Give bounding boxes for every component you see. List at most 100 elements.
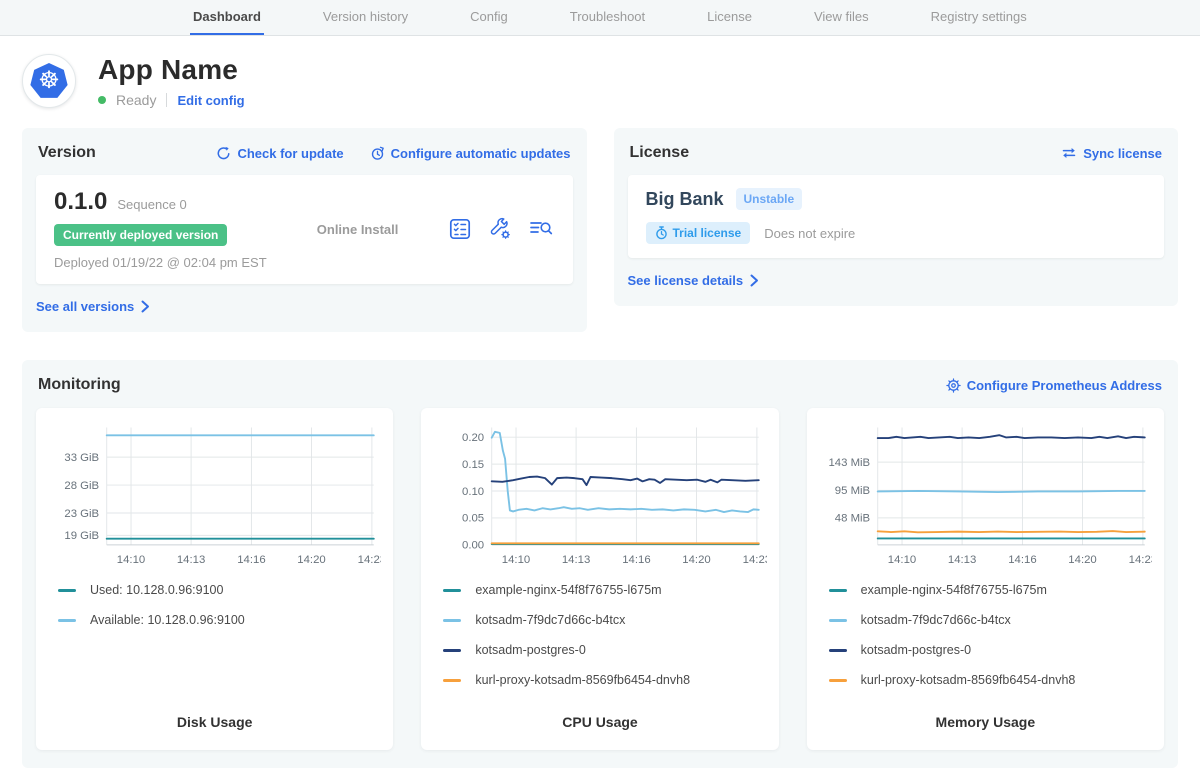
legend-label: example-nginx-54f8f76755-l675m <box>861 583 1047 597</box>
svg-text:0.00: 0.00 <box>462 540 484 552</box>
helm-wheel-glyph: ☸ <box>38 69 60 93</box>
license-expiry: Does not expire <box>764 226 855 241</box>
svg-text:14:23: 14:23 <box>743 554 767 566</box>
chevron-right-icon <box>141 300 150 313</box>
stopwatch-icon <box>655 226 668 240</box>
svg-text:14:16: 14:16 <box>237 554 265 566</box>
channel-badge: Unstable <box>736 188 803 210</box>
legend-dash-icon <box>443 589 461 592</box>
license-panel: Big Bank Unstable Trial license Does not… <box>628 175 1165 258</box>
edit-config-link[interactable]: Edit config <box>177 93 244 108</box>
memory-usage-chart: 14:1014:1314:1614:2014:23143 MiB95 MiB48… <box>819 418 1152 573</box>
legend-dash-icon <box>829 649 847 652</box>
svg-text:143 MiB: 143 MiB <box>828 457 870 469</box>
cpu-usage-chart: 14:1014:1314:1614:2014:230.200.150.100.0… <box>433 418 766 573</box>
main-content: Version Check for update <box>0 122 1200 768</box>
chart-title: Disk Usage <box>48 714 381 736</box>
see-license-details-link[interactable]: See license details <box>628 273 760 288</box>
legend-dash-icon <box>58 619 76 622</box>
svg-text:14:23: 14:23 <box>1128 554 1152 566</box>
app-logo: ☸ <box>22 54 76 108</box>
tab-view-files[interactable]: View files <box>811 0 872 35</box>
tab-license[interactable]: License <box>704 0 755 35</box>
legend-item: kurl-proxy-kotsadm-8569fb6454-dnvh8 <box>443 673 766 687</box>
legend-item: kotsadm-postgres-0 <box>443 643 766 657</box>
edit-config-icon[interactable] <box>488 217 512 241</box>
legend-item: example-nginx-54f8f76755-l675m <box>443 583 766 597</box>
nav-tabs: Dashboard Version history Config Troublesho… <box>190 0 1030 35</box>
svg-text:14:10: 14:10 <box>887 554 915 566</box>
page-title: App Name <box>98 54 245 86</box>
svg-text:14:10: 14:10 <box>117 554 145 566</box>
svg-text:14:20: 14:20 <box>683 554 711 566</box>
version-card: Version Check for update <box>22 128 587 332</box>
version-sequence: Sequence 0 <box>117 197 186 212</box>
tab-troubleshoot[interactable]: Troubleshoot <box>567 0 648 35</box>
preflight-checks-icon[interactable] <box>448 217 472 241</box>
sync-license-button[interactable]: Sync license <box>1061 146 1162 161</box>
legend-item: kotsadm-7f9dc7d66c-b4tcx <box>443 613 766 627</box>
svg-text:0.15: 0.15 <box>462 459 484 471</box>
license-card: License Sync license Big Bank Unstable <box>614 128 1179 306</box>
legend-item: kotsadm-7f9dc7d66c-b4tcx <box>829 613 1152 627</box>
monitoring-title: Monitoring <box>38 376 121 394</box>
svg-text:28 GiB: 28 GiB <box>64 480 99 492</box>
legend-dash-icon <box>443 679 461 682</box>
svg-text:19 GiB: 19 GiB <box>64 530 99 542</box>
deployed-badge: Currently deployed version <box>54 224 227 246</box>
legend-label: example-nginx-54f8f76755-l675m <box>475 583 661 597</box>
svg-text:95 MiB: 95 MiB <box>834 485 869 497</box>
version-card-title: Version <box>38 144 96 162</box>
legend-label: kotsadm-7f9dc7d66c-b4tcx <box>861 613 1011 627</box>
legend-label: kurl-proxy-kotsadm-8569fb6454-dnvh8 <box>861 673 1076 687</box>
app-header: ☸ App Name Ready Edit config <box>0 36 1200 122</box>
legend-item: Available: 10.128.0.96:9100 <box>58 613 381 627</box>
disk-usage-chart-card: 14:10 14:13 14:16 14:20 14:23 33 GiB 28 GiB 23 … <box>36 408 393 750</box>
svg-text:14:16: 14:16 <box>1008 554 1036 566</box>
svg-text:14:10: 14:10 <box>502 554 530 566</box>
legend-label: Used: 10.128.0.96:9100 <box>90 583 223 597</box>
memory-usage-chart-card: 14:1014:1314:1614:2014:23143 MiB95 MiB48… <box>807 408 1164 750</box>
configure-automatic-updates-button[interactable]: Configure automatic updates <box>370 146 571 161</box>
license-type-badge: Trial license <box>646 222 751 244</box>
svg-text:0.05: 0.05 <box>462 513 484 525</box>
status-dot-icon <box>98 96 106 104</box>
tab-registry-settings[interactable]: Registry settings <box>928 0 1030 35</box>
status-text: Ready <box>116 92 156 108</box>
legend-dash-icon <box>829 679 847 682</box>
refresh-icon <box>216 146 231 161</box>
disk-usage-chart: 14:10 14:13 14:16 14:20 14:23 33 GiB 28 GiB 23 … <box>48 418 381 573</box>
svg-text:14:23: 14:23 <box>358 554 382 566</box>
svg-text:14:20: 14:20 <box>1068 554 1096 566</box>
view-logs-icon[interactable] <box>528 217 554 241</box>
svg-text:14:20: 14:20 <box>297 554 325 566</box>
clock-refresh-icon <box>370 146 385 161</box>
svg-text:14:13: 14:13 <box>177 554 205 566</box>
chart-legend: example-nginx-54f8f76755-l675m kotsadm-7f… <box>819 583 1152 703</box>
legend-item: kurl-proxy-kotsadm-8569fb6454-dnvh8 <box>829 673 1152 687</box>
legend-label: kotsadm-postgres-0 <box>861 643 971 657</box>
tab-config[interactable]: Config <box>467 0 511 35</box>
tab-dashboard[interactable]: Dashboard <box>190 0 264 35</box>
license-name: Big Bank <box>646 189 724 210</box>
legend-label: kurl-proxy-kotsadm-8569fb6454-dnvh8 <box>475 673 690 687</box>
install-type-label: Online Install <box>317 222 399 237</box>
see-all-versions-link[interactable]: See all versions <box>36 299 150 314</box>
check-for-update-button[interactable]: Check for update <box>216 146 343 161</box>
svg-text:0.10: 0.10 <box>462 486 484 498</box>
legend-dash-icon <box>443 649 461 652</box>
chart-title: CPU Usage <box>433 714 766 736</box>
svg-text:14:16: 14:16 <box>623 554 651 566</box>
cpu-usage-chart-card: 14:1014:1314:1614:2014:230.200.150.100.0… <box>421 408 778 750</box>
tab-version-history[interactable]: Version history <box>320 0 411 35</box>
svg-text:23 GiB: 23 GiB <box>64 508 99 520</box>
svg-text:33 GiB: 33 GiB <box>64 452 99 464</box>
chart-legend: Used: 10.128.0.96:9100 Available: 10.128.… <box>48 583 381 643</box>
legend-dash-icon <box>443 619 461 622</box>
configure-prometheus-button[interactable]: Configure Prometheus Address <box>946 378 1162 393</box>
svg-text:14:13: 14:13 <box>562 554 590 566</box>
legend-item: kotsadm-postgres-0 <box>829 643 1152 657</box>
legend-dash-icon <box>829 619 847 622</box>
legend-label: kotsadm-7f9dc7d66c-b4tcx <box>475 613 625 627</box>
svg-text:14:13: 14:13 <box>948 554 976 566</box>
